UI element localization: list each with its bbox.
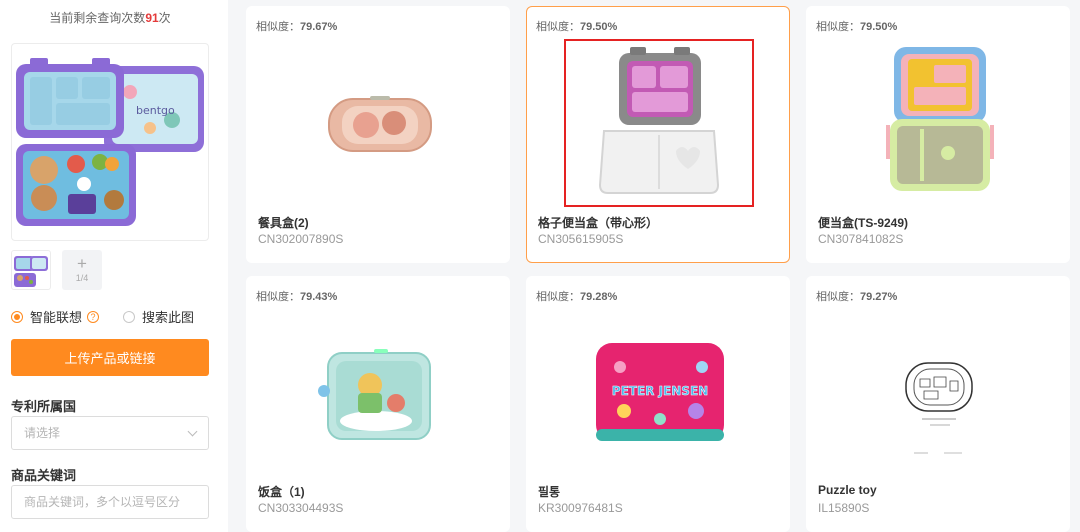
result-code: KR300976481S	[538, 501, 623, 515]
patent-country-label: 专利所属国	[11, 399, 77, 414]
bento-box-pink-icon	[284, 39, 474, 209]
add-image-button[interactable]: + 1/4	[62, 250, 102, 290]
result-title: 便当盒(TS-9249)	[818, 216, 909, 230]
similarity-score: 相似度：79.43%	[256, 291, 338, 303]
bento-box-open-icon	[844, 39, 1034, 209]
result-code: CN305615905S	[538, 232, 624, 246]
quota-count: 91	[145, 11, 159, 25]
result-card[interactable]: 相似度：79.27% Puzzle toy IL15890S	[806, 276, 1070, 532]
chevron-down-icon	[187, 426, 198, 437]
result-card[interactable]: 相似度：79.28% PETER JENSEN 필통 KR300976481S	[526, 276, 790, 532]
result-title: 餐具盒(2)	[258, 216, 309, 230]
pencil-case-icon: PETER JENSEN	[564, 307, 754, 477]
result-title: Puzzle toy	[818, 483, 877, 497]
lunch-box-teal-icon	[284, 307, 474, 477]
result-card[interactable]: 相似度：79.50% 便当盒(TS-9249) CN307841082S	[806, 6, 1070, 263]
result-title: 필통	[538, 485, 561, 499]
highlight-frame	[564, 39, 754, 207]
similarity-score: 相似度：79.27%	[816, 291, 898, 303]
pencil-case-brand: PETER JENSEN	[612, 384, 708, 398]
radio-smart-association[interactable]: 智能联想 ?	[11, 307, 100, 326]
result-code: CN302007890S	[258, 232, 344, 246]
result-title: 饭盒（1)	[258, 485, 305, 499]
help-icon[interactable]: ?	[87, 310, 100, 323]
patent-country-select[interactable]: 请选择	[11, 416, 209, 450]
plus-icon: +	[77, 254, 87, 273]
upload-product-button[interactable]: 上传产品或链接	[11, 339, 209, 376]
similarity-score: 相似度：79.50%	[816, 21, 898, 33]
uploaded-product-image: bentgo	[11, 43, 209, 241]
radio-search-this-image[interactable]: 搜索此图	[123, 307, 194, 326]
similarity-score: 相似度：79.28%	[536, 291, 618, 303]
result-title: 格子便当盒（带心形）	[538, 216, 659, 230]
similarity-score: 相似度：79.50%	[536, 21, 618, 33]
result-card[interactable]: 相似度：79.43% 饭盒（1) CN303304493S	[246, 276, 510, 532]
search-mode-group: 智能联想 ? 搜索此图	[11, 307, 194, 326]
result-code: IL15890S	[818, 501, 870, 515]
similarity-score: 相似度：79.67%	[256, 21, 338, 33]
result-code: CN303304493S	[258, 501, 344, 515]
keyword-label: 商品关键词	[11, 468, 77, 483]
result-card[interactable]: 相似度：79.67% 餐具盒(2) CN302007890S	[246, 6, 510, 263]
result-card-selected[interactable]: 相似度：79.50% 格子便当盒（带心形） CN305615905S	[526, 6, 790, 263]
result-code: CN307841082S	[818, 232, 904, 246]
query-quota: 当前剩余查询次数91次	[49, 11, 171, 25]
puzzle-toy-sketch-icon	[844, 307, 1034, 477]
product-brand: bentgo	[136, 104, 175, 117]
radio-unchecked-icon	[123, 310, 136, 323]
radio-checked-icon	[11, 310, 23, 323]
keyword-input[interactable]	[11, 485, 209, 519]
image-thumbnail[interactable]	[11, 250, 51, 290]
search-sidebar: 当前剩余查询次数91次 bentgo + 1/4 智能联想 ? 搜索此图 上传产…	[0, 0, 228, 532]
image-count: 1/4	[75, 273, 89, 283]
